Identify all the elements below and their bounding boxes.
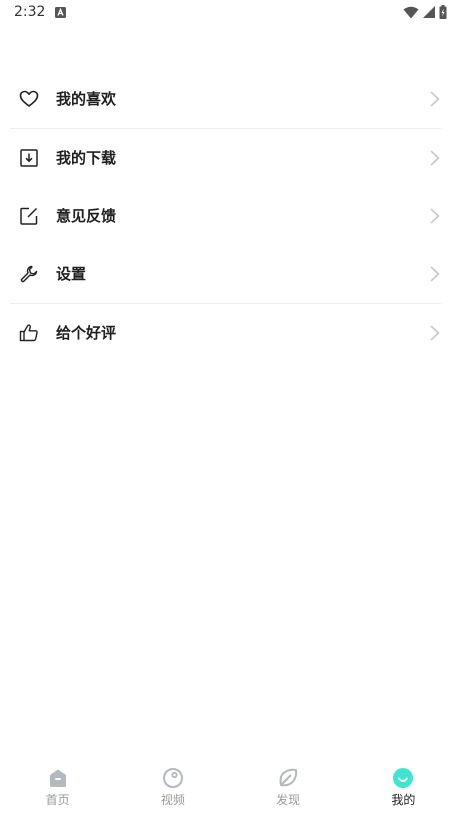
thumbs-up-icon [19,324,38,342]
chevron-right-icon [430,325,440,341]
chevron-right-icon [430,150,440,166]
chevron-right-icon [430,208,440,224]
home-icon [49,769,66,787]
notification-icon [55,7,66,18]
menu-item-label: 我的喜欢 [56,90,117,108]
menu-item-downloads[interactable]: 我的下载 [10,129,441,187]
tab-label: 首页 [45,793,70,807]
wrench-icon [20,265,38,283]
menu-item-favorites[interactable]: 我的喜欢 [10,70,441,128]
video-icon [162,768,183,788]
heart-icon [19,90,39,107]
menu-item-label: 给个好评 [56,324,117,342]
chevron-right-icon [430,266,440,282]
discover-icon [279,768,298,787]
menu-item-label: 设置 [56,265,87,283]
menu-item-label: 意见反馈 [56,207,117,225]
download-icon [20,149,38,167]
bottom-tab-bar: 首页 视频 发现 我的 [0,757,461,819]
status-time: 2:32 [14,4,46,20]
profile-menu: 我的喜欢 我的下载 意见反馈 设置 给个好评 [10,70,441,362]
tab-label: 我的 [391,793,416,807]
menu-item-feedback[interactable]: 意见反馈 [10,187,441,245]
tab-home[interactable]: 首页 [0,757,115,819]
battery-icon [439,5,447,19]
chevron-right-icon [430,91,440,107]
tab-label: 发现 [276,793,301,807]
menu-item-label: 我的下载 [56,149,117,167]
status-bar: 2:32 [0,0,461,26]
menu-item-rate[interactable]: 给个好评 [10,304,441,362]
tab-label: 视频 [160,793,185,807]
tab-video[interactable]: 视频 [115,757,230,819]
edit-icon [20,207,38,225]
profile-icon [393,768,414,788]
menu-item-settings[interactable]: 设置 [10,245,441,303]
signal-icon [423,6,435,18]
wifi-icon [403,6,419,18]
tab-profile[interactable]: 我的 [346,757,461,819]
status-icons [403,5,447,19]
tab-discover[interactable]: 发现 [231,757,346,819]
